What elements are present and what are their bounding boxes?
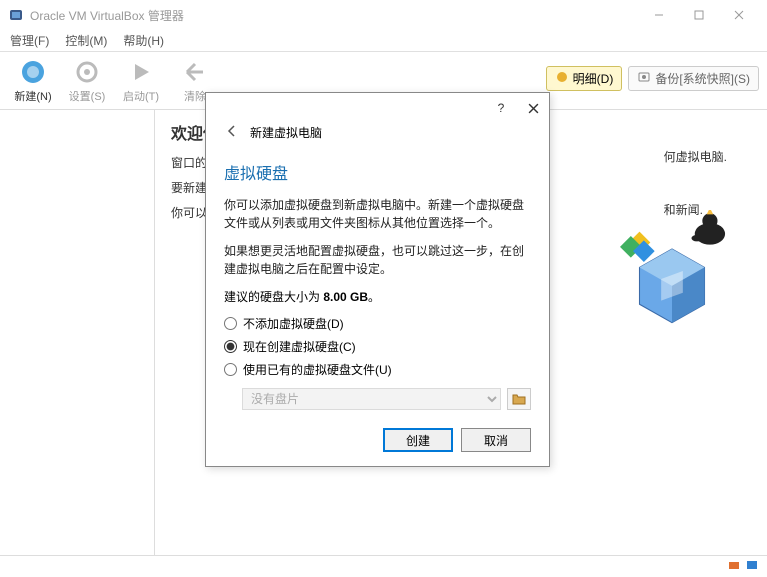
back-arrow-icon[interactable] [224, 123, 240, 142]
window-title: Oracle VM VirtualBox 管理器 [30, 7, 639, 24]
status-icon-1 [727, 558, 741, 575]
toolbar-settings: 设置(S) [60, 58, 114, 104]
recommended-size: 建议的硬盘大小为 8.00 GB。 [224, 288, 531, 305]
logo-cube-icon [607, 210, 737, 343]
snapshot-toggle[interactable]: 备份[系统快照](S) [628, 66, 759, 91]
menu-control[interactable]: 控制(M) [59, 30, 113, 51]
cancel-button[interactable]: 取消 [461, 428, 531, 452]
maximize-button[interactable] [679, 1, 719, 29]
radio-existing-disk[interactable]: 使用已有的虚拟硬盘文件(U) [224, 361, 531, 378]
toolbar-new[interactable]: 新建(N) [6, 58, 60, 104]
minimize-button[interactable] [639, 1, 679, 29]
detail-toggle[interactable]: 明细(D) [546, 66, 623, 91]
window-titlebar: Oracle VM VirtualBox 管理器 [0, 0, 767, 30]
new-icon [19, 58, 47, 86]
vm-list-sidebar[interactable] [0, 110, 155, 555]
dialog-help-button[interactable]: ? [491, 98, 511, 118]
radio-create-disk[interactable]: 现在创建虚拟硬盘(C) [224, 338, 531, 355]
menu-file[interactable]: 管理(F) [4, 30, 55, 51]
dialog-titlebar: ? [206, 93, 549, 123]
browse-folder-button [507, 388, 531, 410]
dialog-section-title: 虚拟硬盘 [224, 160, 531, 184]
menubar: 管理(F) 控制(M) 帮助(H) [0, 30, 767, 52]
snapshot-icon [637, 70, 651, 87]
create-button[interactable]: 创建 [383, 428, 453, 452]
detail-icon [555, 70, 569, 87]
menu-help[interactable]: 帮助(H) [117, 30, 170, 51]
radio-no-disk[interactable]: 不添加虚拟硬盘(D) [224, 315, 531, 332]
statusbar [0, 555, 767, 577]
new-vm-dialog: ? 新建虚拟电脑 虚拟硬盘 你可以添加虚拟硬盘到新虚拟电脑中。新建一个虚拟硬盘文… [205, 92, 550, 467]
close-button[interactable] [719, 1, 759, 29]
dialog-header: 新建虚拟电脑 [250, 124, 322, 141]
dialog-close-button[interactable] [523, 98, 543, 118]
gear-icon [73, 58, 101, 86]
dialog-paragraph-1: 你可以添加虚拟硬盘到新虚拟电脑中。新建一个虚拟硬盘文件或从列表或用文件夹图标从其… [224, 196, 531, 232]
app-icon [8, 7, 24, 23]
start-icon [127, 58, 155, 86]
dialog-paragraph-2: 如果想更灵活地配置虚拟硬盘，也可以跳过这一步，在创建虚拟电脑之后在配置中设定。 [224, 242, 531, 278]
existing-disk-select: 没有盘片 [242, 388, 501, 410]
discard-icon [181, 58, 209, 86]
status-icon-2 [745, 558, 759, 575]
toolbar-start: 启动(T) [114, 58, 168, 104]
